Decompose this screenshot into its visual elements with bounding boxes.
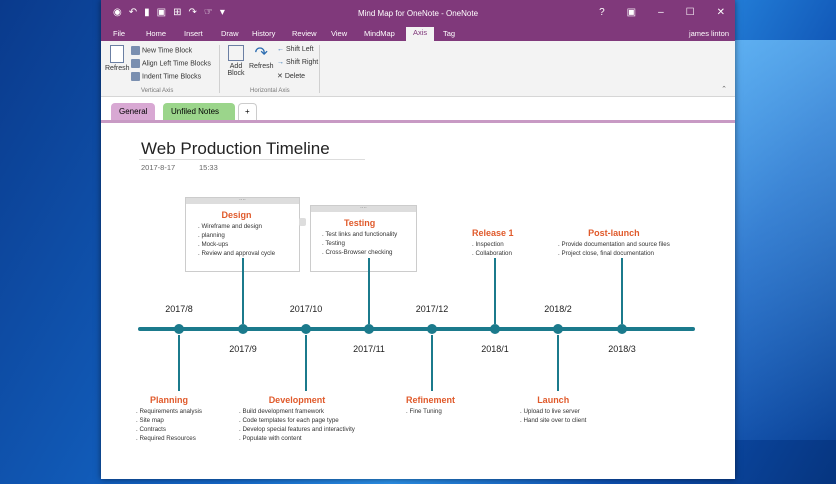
divider (219, 45, 220, 93)
add-block-icon (228, 45, 244, 61)
tab-file[interactable]: File (113, 29, 125, 38)
section-tab-unfiled-notes[interactable]: Unfiled Notes (163, 103, 235, 120)
redo-arrow-icon: ↷ (254, 45, 268, 62)
event-development[interactable]: Development. Build development framework… (239, 396, 355, 443)
event-launch[interactable]: Launch. Upload to live server. Hand site… (520, 396, 586, 425)
timeline-point[interactable] (617, 324, 627, 334)
add-section-button[interactable]: + (238, 103, 257, 120)
maximize-button[interactable]: ☐ (686, 7, 695, 18)
timeline-month-label: 2017/11 (353, 344, 385, 354)
section-tab-general[interactable]: General (111, 103, 156, 120)
shift-left-button[interactable]: ← Shift Left (277, 46, 314, 53)
align-left-button[interactable]: Align Left Time Blocks (131, 59, 211, 68)
user-name[interactable]: james linton (689, 29, 729, 38)
event-post-launch[interactable]: Post-launch. Provide documentation and s… (558, 229, 670, 258)
tab-insert[interactable]: Insert (184, 29, 203, 38)
container-arrow-icon (299, 218, 306, 226)
onenote-window: ◉ ↶ ▮ ▣ ⊞ ↷ ☞ ▾ Mind Map for OneNote - OneNote … (101, 0, 735, 479)
page-date: 2017-8-17 (141, 163, 176, 172)
delete-button[interactable]: ✕ Delete (277, 72, 305, 80)
collapse-ribbon-icon[interactable]: ⌃ (721, 85, 727, 93)
tab-mindmap[interactable]: MindMap (364, 29, 395, 38)
timeline-point[interactable] (490, 324, 500, 334)
timeline-point[interactable] (174, 324, 184, 334)
arrow-right-icon: → (277, 59, 286, 66)
page-canvas: Web Production Timeline 2017-8-17 15:33 … (101, 123, 735, 479)
timeline-connector (557, 335, 559, 391)
title-bar: ◉ ↶ ▮ ▣ ⊞ ↷ ☞ ▾ Mind Map for OneNote - OneNote … (101, 0, 735, 27)
title-underline (139, 159, 365, 160)
timeline-connector (305, 335, 307, 391)
tab-view[interactable]: View (331, 29, 347, 38)
timeline-month-label: 2017/8 (165, 304, 193, 314)
indent-button[interactable]: Indent Time Blocks (131, 72, 201, 81)
event-testing[interactable]: Testing. Test links and functionality. T… (322, 219, 397, 257)
shift-right-button[interactable]: → Shift Right (277, 59, 318, 66)
timeline-month-label: 2018/1 (481, 344, 509, 354)
new-block-icon (131, 46, 140, 55)
ribbon: Refresh New Time Block Align Left Time B… (101, 41, 735, 97)
add-block-button[interactable]: Add Block (225, 45, 247, 77)
event-design[interactable]: Design. Wireframe and design. planning. … (198, 211, 275, 258)
help-button[interactable]: ? (599, 7, 605, 18)
new-time-block-button[interactable]: New Time Block (131, 46, 192, 55)
refresh-vertical-button[interactable]: Refresh (105, 45, 130, 72)
ribbon-tabs: File Home Insert Draw History Review Vie… (101, 27, 735, 41)
delete-icon: ✕ (277, 73, 285, 80)
timeline-month-label: 2017/10 (289, 304, 323, 314)
timeline-connector (242, 258, 244, 324)
divider (319, 45, 320, 93)
tab-review[interactable]: Review (292, 29, 317, 38)
timeline-connector (178, 335, 180, 391)
arrow-left-icon: ← (277, 46, 286, 53)
timeline-month-label: 2017/9 (229, 344, 257, 354)
timeline-month-label: 2018/2 (544, 304, 572, 314)
container-drag-handle[interactable]: ···· (311, 206, 416, 212)
timeline-point[interactable] (427, 324, 437, 334)
section-tabs: General Unfiled Notes + (101, 97, 735, 120)
tab-tag[interactable]: Tag (443, 29, 455, 38)
tab-home[interactable]: Home (146, 29, 166, 38)
timeline-point[interactable] (238, 324, 248, 334)
timeline-connector (368, 258, 370, 324)
page-title[interactable]: Web Production Timeline (141, 139, 330, 159)
tab-draw[interactable]: Draw (221, 29, 239, 38)
refresh-list-icon (110, 45, 125, 63)
event-release-1[interactable]: Release 1. Inspection. Collaboration (472, 229, 514, 258)
tab-history[interactable]: History (252, 29, 275, 38)
close-button[interactable]: ✕ (717, 7, 725, 18)
timeline-month-label: 2017/12 (415, 304, 449, 314)
indent-icon (131, 72, 140, 81)
minimize-button[interactable]: – (658, 7, 664, 18)
page-time: 15:33 (199, 163, 218, 172)
group-label-horizontal: Horizontal Axis (250, 88, 290, 94)
timeline-point[interactable] (301, 324, 311, 334)
event-planning[interactable]: Planning. Requirements analysis. Site ma… (136, 396, 202, 443)
group-label-vertical: Vertical Axis (141, 88, 174, 94)
align-left-icon (131, 59, 140, 68)
timeline-point[interactable] (553, 324, 563, 334)
tab-axis[interactable]: Axis (406, 27, 435, 41)
desktop-light (735, 40, 836, 440)
timeline-axis (138, 327, 695, 331)
refresh-horizontal-button[interactable]: ↷ Refresh (249, 45, 274, 70)
timeline-connector (431, 335, 433, 391)
event-refinement[interactable]: Refinement. Fine Tuning (406, 396, 455, 416)
container-drag-handle[interactable]: ···· (186, 198, 299, 204)
timeline-connector (621, 258, 623, 324)
ribbon-display-button[interactable]: ▣ (627, 7, 636, 18)
timeline-month-label: 2018/3 (608, 344, 636, 354)
timeline-point[interactable] (364, 324, 374, 334)
timeline-connector (494, 258, 496, 324)
